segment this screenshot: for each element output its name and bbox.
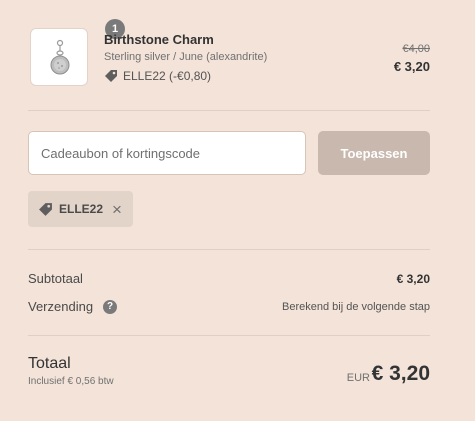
line-discount-text: ELLE22 (-€0,80) [123,69,212,83]
apply-button[interactable]: Toepassen [318,131,430,175]
discount-tag-icon [39,202,52,216]
divider [28,335,430,336]
charm-pendant-icon [50,39,70,75]
divider [28,110,430,111]
divider [28,249,430,250]
shipping-label: Verzending [28,299,94,314]
subtotal-value: € 3,20 [396,272,430,286]
remove-discount-icon[interactable]: × [112,201,122,218]
discount-code-input[interactable] [28,131,306,175]
subtotal-label: Subtotaal [28,271,83,286]
original-price: €4,00 [402,43,430,55]
tax-note: Inclusief € 0,56 btw [28,376,114,387]
product-variant: Sterling silver / June (alexandrite) [104,51,268,63]
final-price: € 3,20 [393,59,430,74]
total-label: Totaal [28,355,71,372]
total-value: € 3,20 [371,362,430,385]
order-summary: 1 Birthstone Charm Sterling silver / Jun… [28,0,430,421]
applied-code-label: ELLE22 [59,202,104,216]
product-name: Birthstone Charm [104,32,214,47]
line-discount: ELLE22 (-€0,80) [104,69,211,83]
applied-discount-chip: ELLE22 × [28,191,133,227]
shipping-value: Berekend bij de volgende stap [282,301,430,313]
help-icon[interactable]: ? [103,300,117,314]
product-thumbnail [30,28,88,86]
discount-tag-icon [105,70,117,82]
currency-code: EUR [346,372,370,384]
